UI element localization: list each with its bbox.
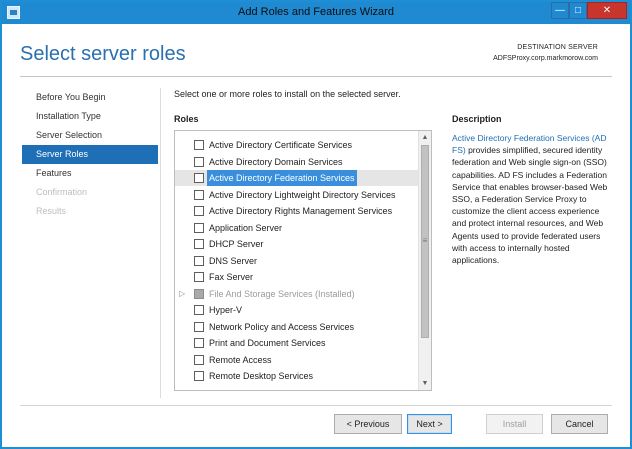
role-checkbox[interactable]	[194, 371, 204, 381]
role-checkbox[interactable]	[194, 140, 204, 150]
role-checkbox[interactable]	[194, 239, 204, 249]
nav-item-results: Results	[36, 206, 67, 216]
role-remote-access[interactable]: Remote Access	[175, 352, 420, 368]
role-checkbox[interactable]	[194, 255, 204, 266]
nav-item-installation-type[interactable]: Installation Type	[22, 107, 158, 126]
role-file-and-storage-services[interactable]: ▷ File And Storage Services (Installed)	[175, 286, 420, 302]
role-ad-rights-management-services[interactable]: Active Directory Rights Management Servi…	[175, 203, 420, 219]
role-label: Fax Server	[209, 272, 254, 282]
role-print-document-services[interactable]: Print and Document Services	[175, 335, 420, 351]
instructions-text: Select one or more roles to install on t…	[174, 89, 401, 99]
role-checkbox[interactable]	[194, 305, 204, 315]
wizard-nav: Before You Begin Installation Type Serve…	[22, 88, 158, 221]
role-checkbox[interactable]	[194, 338, 204, 348]
role-label: Remote Access	[209, 354, 272, 365]
roles-list[interactable]: Active Directory Certificate Services Ac…	[174, 130, 432, 391]
header-divider	[20, 76, 612, 77]
role-application-server[interactable]: Application Server	[175, 220, 420, 236]
role-dns-server[interactable]: DNS Server	[175, 253, 420, 269]
role-label: Active Directory Lightweight Directory S…	[209, 189, 396, 200]
nav-item-server-selection[interactable]: Server Selection	[22, 126, 158, 145]
roles-heading: Roles	[174, 114, 199, 124]
nav-item-confirmation: Confirmation	[36, 187, 88, 197]
roles-scrollbar[interactable]: ▲ ≡ ▼	[418, 131, 431, 390]
description-body: provides simplified, secured identity fe…	[452, 145, 608, 266]
role-hyper-v[interactable]: Hyper-V	[175, 302, 420, 318]
destination-server-name: ADFSProxy.corp.markmorow.com	[493, 55, 598, 62]
role-label: Remote Desktop Services	[209, 371, 314, 381]
role-checkbox[interactable]	[194, 206, 204, 216]
minimize-button[interactable]: —	[551, 2, 569, 19]
role-checkbox[interactable]	[194, 173, 204, 183]
page-title: Select server roles	[20, 43, 186, 65]
nav-item-features[interactable]: Features	[22, 164, 158, 183]
role-network-policy-access-services[interactable]: Network Policy and Access Services	[175, 319, 420, 335]
role-checkbox[interactable]	[194, 222, 204, 233]
description-heading: Description	[452, 114, 502, 124]
role-label: Network Policy and Access Services	[209, 321, 355, 332]
close-button[interactable]: ✕	[587, 2, 627, 19]
cancel-button[interactable]: Cancel	[551, 414, 608, 434]
role-label: Active Directory Federation Services	[207, 170, 357, 186]
role-checkbox	[194, 288, 204, 299]
grip-icon: ≡	[422, 236, 428, 245]
scroll-up-arrow-icon[interactable]: ▲	[419, 131, 431, 144]
role-label: Hyper-V	[209, 305, 243, 315]
window-title: Add Roles and Features Wizard	[238, 6, 394, 18]
role-label: DNS Server	[209, 255, 258, 266]
destination-server-label: DESTINATION SERVER	[517, 44, 598, 51]
role-label: Print and Document Services	[209, 338, 326, 348]
maximize-button[interactable]: □	[569, 2, 587, 19]
role-ad-certificate-services[interactable]: Active Directory Certificate Services	[175, 137, 420, 153]
next-button[interactable]: Next >	[407, 414, 452, 434]
role-label: Application Server	[209, 222, 283, 233]
role-ad-domain-services[interactable]: Active Directory Domain Services	[175, 154, 420, 170]
role-remote-desktop-services[interactable]: Remote Desktop Services	[175, 368, 420, 384]
role-checkbox[interactable]	[194, 189, 204, 200]
nav-item-before-you-begin[interactable]: Before You Begin	[22, 88, 158, 107]
role-dhcp-server[interactable]: DHCP Server	[175, 236, 420, 252]
role-label: Active Directory Certificate Services	[209, 140, 353, 150]
role-label: File And Storage Services (Installed)	[209, 288, 355, 299]
previous-button[interactable]: < Previous	[334, 414, 402, 434]
role-ad-federation-services[interactable]: Active Directory Federation Services	[175, 170, 420, 186]
footer-divider	[20, 405, 612, 406]
role-fax-server[interactable]: Fax Server	[175, 269, 420, 285]
nav-item-server-roles[interactable]: Server Roles	[22, 145, 158, 164]
expand-arrow-icon[interactable]: ▷	[179, 286, 185, 302]
role-checkbox[interactable]	[194, 354, 204, 365]
scroll-down-arrow-icon[interactable]: ▼	[419, 377, 431, 390]
role-label: Active Directory Rights Management Servi…	[209, 206, 393, 216]
role-checkbox[interactable]	[194, 272, 204, 282]
install-button: Install	[486, 414, 543, 434]
role-label: Active Directory Domain Services	[209, 156, 343, 167]
nav-divider	[160, 88, 161, 398]
role-checkbox[interactable]	[194, 156, 204, 167]
scroll-thumb[interactable]: ≡	[421, 145, 429, 338]
role-ad-lightweight-directory-services[interactable]: Active Directory Lightweight Directory S…	[175, 187, 420, 203]
role-checkbox[interactable]	[194, 321, 204, 332]
title-bar[interactable]: Add Roles and Features Wizard — □ ✕	[2, 2, 630, 24]
role-label: DHCP Server	[209, 239, 264, 249]
description-text: Active Directory Federation Services (AD…	[452, 132, 608, 266]
wizard-window: Add Roles and Features Wizard — □ ✕ Sele…	[0, 0, 632, 449]
